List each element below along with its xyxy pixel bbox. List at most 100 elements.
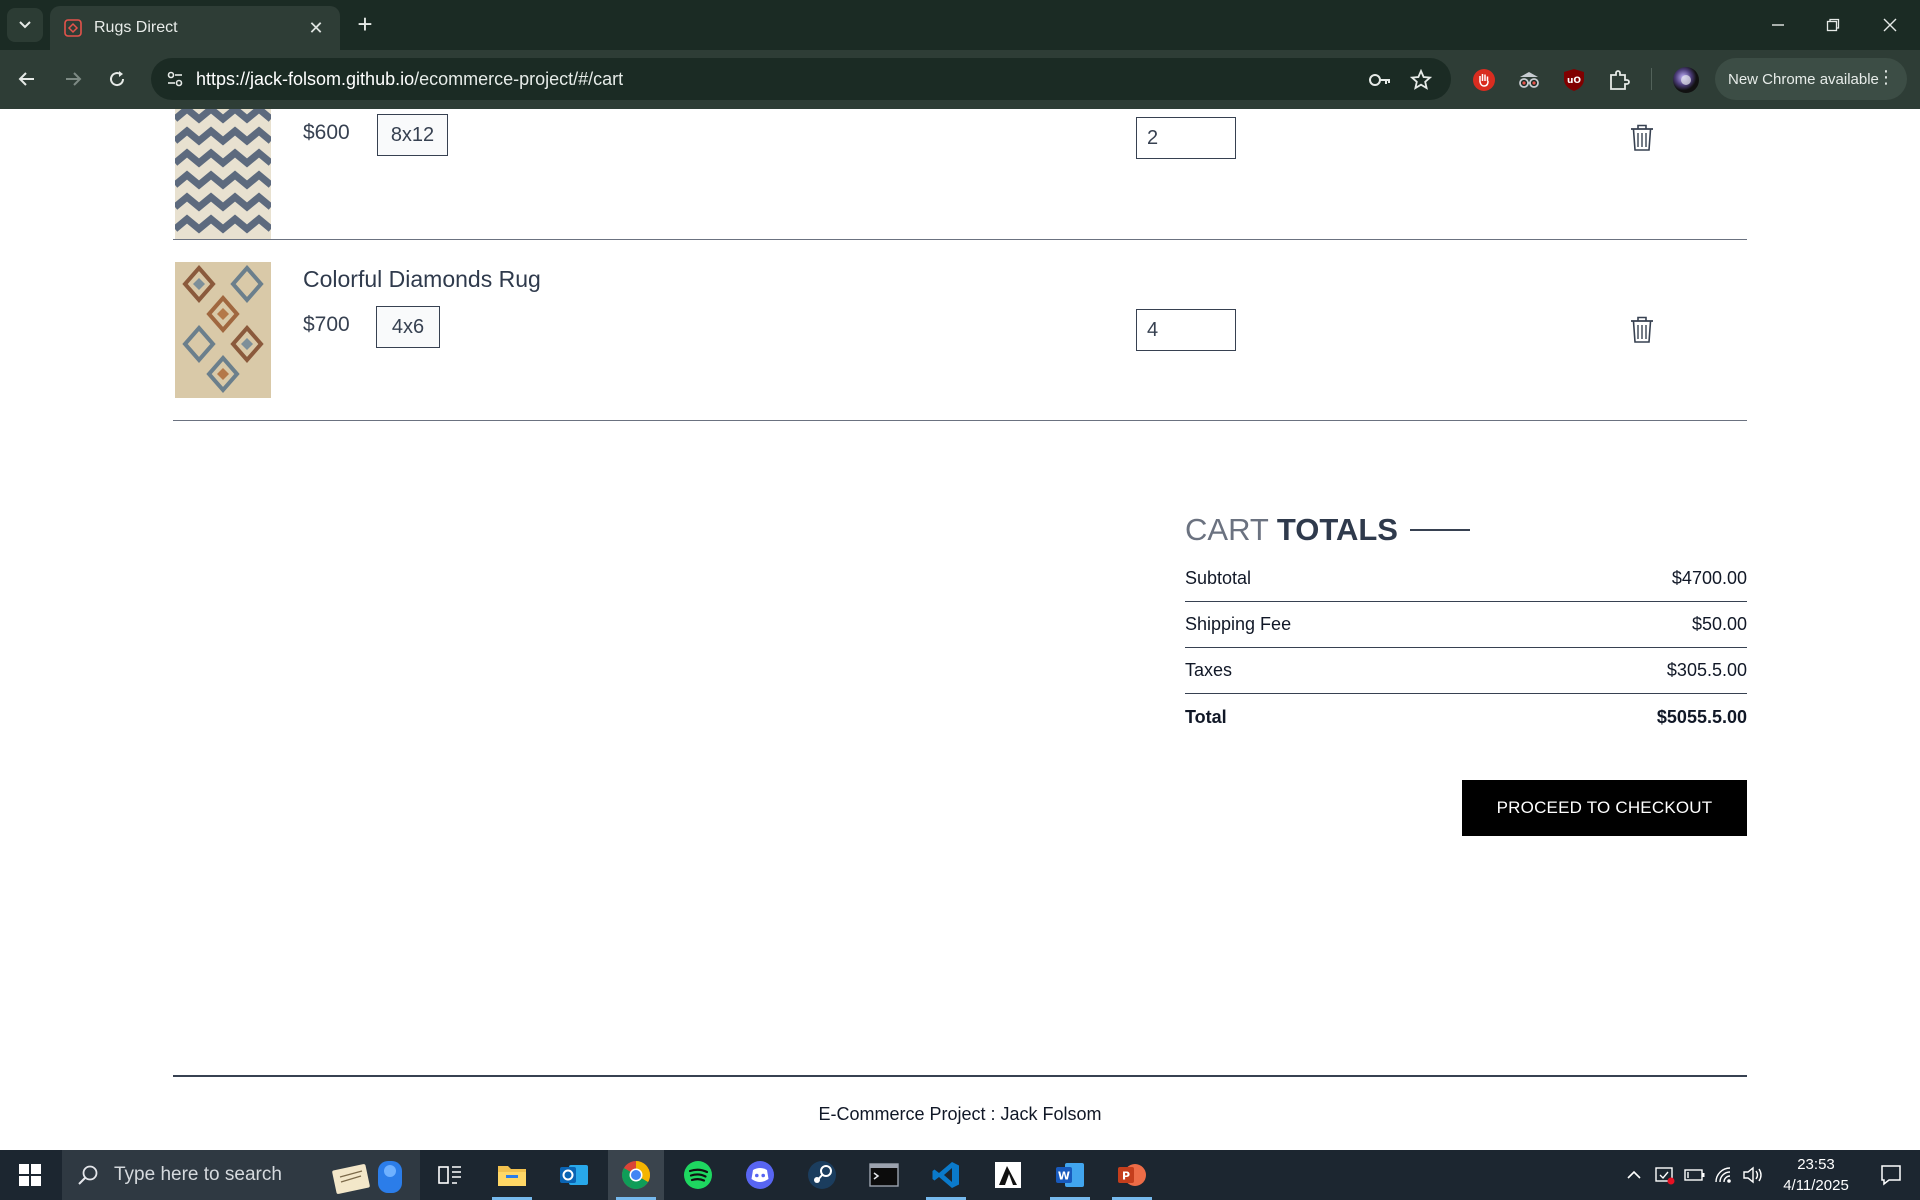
taxes-row: Taxes $305.5.00 xyxy=(1185,648,1747,694)
battery-icon xyxy=(1684,1169,1705,1181)
url-text[interactable]: https://jack-folsom.github.io/ecommerce-… xyxy=(196,69,623,90)
taxes-value: $305.5.00 xyxy=(1666,660,1747,680)
chrome-app[interactable] xyxy=(608,1150,664,1200)
puzzle-icon xyxy=(1610,70,1630,90)
arrow-left-icon xyxy=(18,72,34,86)
tune-icon xyxy=(167,71,183,87)
product-price: $700 xyxy=(303,313,350,336)
key-icon xyxy=(1369,74,1390,86)
start-button[interactable] xyxy=(0,1150,60,1200)
taskbar-search-box[interactable]: Type here to search xyxy=(62,1150,420,1200)
extension-stop-button[interactable] xyxy=(1470,66,1498,94)
cart-totals: CART TOTALS Subtotal $4700.00 Shipping F… xyxy=(1185,510,1747,727)
quantity-input[interactable]: 2 xyxy=(1136,117,1236,159)
svg-text:W: W xyxy=(1058,1170,1070,1183)
discord-icon xyxy=(746,1161,774,1189)
product-price: $600 xyxy=(303,121,350,144)
powerpoint-icon: P xyxy=(1118,1164,1146,1186)
product-name: Colorful Diamonds Rug xyxy=(303,266,541,292)
pen-tool-icon xyxy=(995,1162,1021,1188)
search-placeholder: Type here to search xyxy=(114,1164,282,1185)
shipping-value: $50.00 xyxy=(1691,614,1747,634)
clock-time: 23:53 xyxy=(1797,1156,1835,1173)
trash-icon[interactable] xyxy=(1628,314,1656,344)
volume-tray-button[interactable] xyxy=(1740,1150,1766,1200)
profile-avatar-button[interactable] xyxy=(1672,66,1700,94)
forward-button[interactable] xyxy=(56,62,90,96)
reload-button[interactable] xyxy=(100,62,134,96)
security-tray-button[interactable] xyxy=(1652,1150,1678,1200)
subtotal-value: $4700.00 xyxy=(1671,568,1747,588)
minimize-icon xyxy=(1772,24,1784,26)
subtotal-row: Subtotal $4700.00 xyxy=(1185,556,1747,602)
terminal-icon xyxy=(869,1163,899,1187)
cart-item-row: $600 8x12 2 xyxy=(173,109,1747,240)
task-view-icon xyxy=(438,1166,461,1184)
new-tab-button[interactable]: + xyxy=(352,11,378,38)
close-icon xyxy=(1883,18,1897,32)
svg-text:uO: uO xyxy=(1567,76,1581,86)
extension-spy-button[interactable] xyxy=(1515,66,1543,94)
steam-app[interactable] xyxy=(794,1150,850,1200)
product-size: 8x12 xyxy=(377,114,448,156)
tab-close-icon[interactable]: ✕ xyxy=(306,18,326,39)
avatar-icon xyxy=(1673,67,1699,93)
cart-item-row: Colorful Diamonds Rug $700 4x6 4 xyxy=(173,240,1747,421)
show-hidden-icons-button[interactable] xyxy=(1622,1150,1646,1200)
trash-icon[interactable] xyxy=(1628,122,1656,152)
svg-text:P: P xyxy=(1122,1170,1130,1183)
chevron-down-icon xyxy=(19,21,31,29)
restore-button[interactable] xyxy=(1810,8,1856,42)
title-part1: CART xyxy=(1185,512,1269,547)
bookmark-button[interactable] xyxy=(1408,67,1434,93)
windows-logo-icon xyxy=(19,1164,41,1186)
shipping-row: Shipping Fee $50.00 xyxy=(1185,602,1747,648)
new-chrome-available-button[interactable]: New Chrome available ⋮ xyxy=(1715,58,1907,100)
file-explorer-app[interactable] xyxy=(484,1150,540,1200)
powerpoint-app[interactable]: P xyxy=(1104,1150,1160,1200)
outlook-app[interactable] xyxy=(546,1150,602,1200)
restore-icon xyxy=(1826,18,1840,32)
search-highlight-art-icon xyxy=(332,1161,402,1194)
address-bar[interactable]: https://jack-folsom.github.io/ecommerce-… xyxy=(151,58,1451,100)
battery-tray-button[interactable] xyxy=(1682,1150,1708,1200)
extensions-menu-button[interactable] xyxy=(1605,66,1633,94)
network-tray-button[interactable] xyxy=(1712,1150,1738,1200)
close-window-button[interactable] xyxy=(1867,8,1913,42)
chevron-up-icon xyxy=(1627,1170,1641,1179)
word-app[interactable]: W xyxy=(1042,1150,1098,1200)
footer-text: E-Commerce Project : Jack Folsom xyxy=(818,1104,1102,1124)
star-icon xyxy=(1410,69,1432,90)
extension-ublock-button[interactable]: uO xyxy=(1560,66,1588,94)
terminal-app[interactable] xyxy=(856,1150,912,1200)
site-info-button[interactable] xyxy=(161,65,189,93)
taskbar-clock[interactable]: 23:53 4/11/2025 xyxy=(1768,1154,1864,1196)
clock-date: 4/11/2025 xyxy=(1783,1177,1849,1194)
subtotal-label: Subtotal xyxy=(1185,568,1252,588)
back-button[interactable] xyxy=(10,62,44,96)
folder-icon xyxy=(498,1166,526,1186)
inkscape-app[interactable] xyxy=(980,1150,1036,1200)
minimize-button[interactable] xyxy=(1755,8,1801,42)
tab-search-button[interactable] xyxy=(7,8,43,42)
shipping-label: Shipping Fee xyxy=(1185,614,1292,634)
proceed-to-checkout-button[interactable]: PROCEED TO CHECKOUT xyxy=(1462,780,1747,836)
spotify-app[interactable] xyxy=(670,1150,726,1200)
footer-divider xyxy=(173,1075,1747,1077)
word-icon: W xyxy=(1056,1163,1084,1187)
password-key-button[interactable] xyxy=(1367,67,1393,93)
browser-tab-active[interactable]: Rugs Direct ✕ xyxy=(50,6,340,50)
vscode-icon xyxy=(932,1162,959,1188)
quantity-input[interactable]: 4 xyxy=(1136,309,1236,351)
discord-app[interactable] xyxy=(732,1150,788,1200)
steam-icon xyxy=(808,1161,836,1189)
spy-glasses-icon xyxy=(1519,72,1539,88)
arrow-right-icon xyxy=(66,72,82,86)
task-view-button[interactable] xyxy=(422,1150,478,1200)
notifications-button[interactable] xyxy=(1868,1150,1914,1200)
product-size: 4x6 xyxy=(376,306,440,348)
vscode-app[interactable] xyxy=(918,1150,974,1200)
chrome-menu-icon[interactable]: ⋮ xyxy=(1877,67,1895,88)
chrome-icon xyxy=(622,1161,650,1189)
notification-icon xyxy=(1881,1165,1901,1186)
